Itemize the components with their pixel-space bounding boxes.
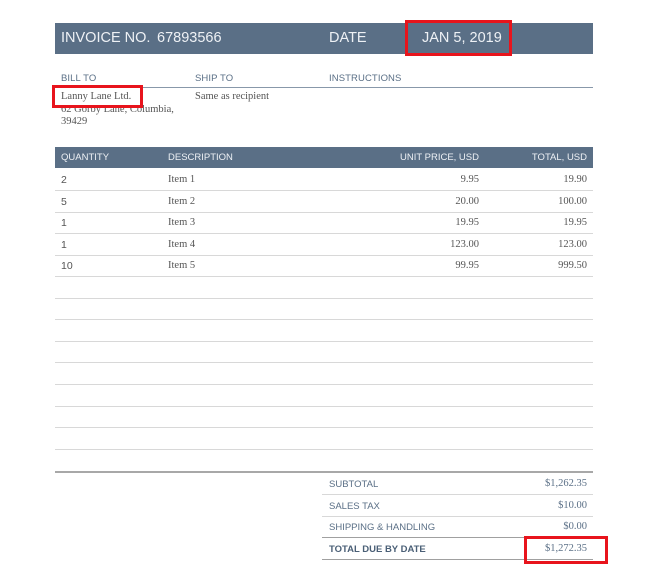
empty-table-row xyxy=(55,342,593,364)
row-unit-price: 9.95 xyxy=(460,174,479,185)
column-header-quantity: QUANTITY xyxy=(61,152,110,163)
column-header-description: DESCRIPTION xyxy=(168,152,233,163)
row-description: Item 2 xyxy=(168,196,196,207)
row-unit-price: 19.95 xyxy=(455,217,479,228)
invoice-number-label: INVOICE NO. xyxy=(61,30,151,46)
invoice-header-bar: INVOICE NO. 67893566 DATE JAN 5, 2019 xyxy=(55,23,593,54)
table-row: 1 Item 3 19.95 19.95 xyxy=(55,212,593,234)
table-row: 10 Item 5 99.95 999.50 xyxy=(55,255,593,277)
items-table-header: QUANTITY DESCRIPTION UNIT PRICE, USD TOT… xyxy=(55,147,593,168)
column-header-unit-price: UNIT PRICE, USD xyxy=(399,152,479,163)
row-total: 19.90 xyxy=(563,174,587,185)
bill-to-name: Lanny Lane Ltd. xyxy=(61,91,132,102)
invoice-number: 67893566 xyxy=(157,30,222,46)
shipping-row: SHIPPING & HANDLING $0.00 xyxy=(322,516,593,538)
empty-table-row xyxy=(55,428,593,450)
empty-table-row xyxy=(55,385,593,407)
column-header-total: TOTAL, USD xyxy=(531,152,587,163)
date-label: DATE xyxy=(329,30,367,46)
row-total: 999.50 xyxy=(558,260,587,271)
row-quantity: 1 xyxy=(61,239,67,251)
empty-table-row xyxy=(55,277,593,299)
empty-table-row xyxy=(55,320,593,342)
empty-table-row xyxy=(55,407,593,429)
bill-to-address-line2: 39429 xyxy=(61,116,88,127)
instructions-label: INSTRUCTIONS xyxy=(329,73,402,84)
sales-tax-row: SALES TAX $10.00 xyxy=(322,495,593,517)
row-unit-price: 123.00 xyxy=(450,239,479,250)
row-total: 100.00 xyxy=(558,196,587,207)
invoice-date: JAN 5, 2019 xyxy=(422,30,502,46)
empty-table-row xyxy=(55,299,593,321)
bill-to-address-line1: 62 Gorby Lane, Columbia, xyxy=(61,104,174,115)
empty-table-row xyxy=(55,450,593,471)
subtotal-value: $1,262.35 xyxy=(545,478,587,489)
table-row: 1 Item 4 123.00 123.00 xyxy=(55,234,593,256)
row-description: Item 4 xyxy=(168,239,196,250)
subtotal-row: SUBTOTAL $1,262.35 xyxy=(322,473,593,495)
row-description: Item 5 xyxy=(168,260,196,271)
subtotal-label: SUBTOTAL xyxy=(329,479,379,490)
sales-tax-label: SALES TAX xyxy=(329,501,380,512)
parties-divider xyxy=(55,87,593,88)
row-description: Item 3 xyxy=(168,217,196,228)
total-due-row: TOTAL DUE BY DATE $1,272.35 xyxy=(322,538,593,560)
row-description: Item 1 xyxy=(168,174,196,185)
table-row: 2 Item 1 9.95 19.90 xyxy=(55,169,593,191)
shipping-value: $0.00 xyxy=(563,521,587,532)
row-unit-price: 20.00 xyxy=(455,196,479,207)
ship-to-label: SHIP TO xyxy=(195,73,234,84)
table-row: 5 Item 2 20.00 100.00 xyxy=(55,191,593,213)
ship-to-value: Same as recipient xyxy=(195,91,270,102)
row-quantity: 1 xyxy=(61,217,67,229)
row-total: 123.00 xyxy=(558,239,587,250)
row-unit-price: 99.95 xyxy=(455,260,479,271)
empty-table-row xyxy=(55,363,593,385)
shipping-label: SHIPPING & HANDLING xyxy=(329,522,436,533)
row-quantity: 10 xyxy=(61,260,73,272)
row-quantity: 2 xyxy=(61,174,67,186)
row-total: 19.95 xyxy=(563,217,587,228)
total-due-label: TOTAL DUE BY DATE xyxy=(329,544,426,555)
sales-tax-value: $10.00 xyxy=(558,500,587,511)
row-quantity: 5 xyxy=(61,196,67,208)
bill-to-label: BILL TO xyxy=(61,73,97,84)
total-due-value: $1,272.35 xyxy=(545,543,587,554)
